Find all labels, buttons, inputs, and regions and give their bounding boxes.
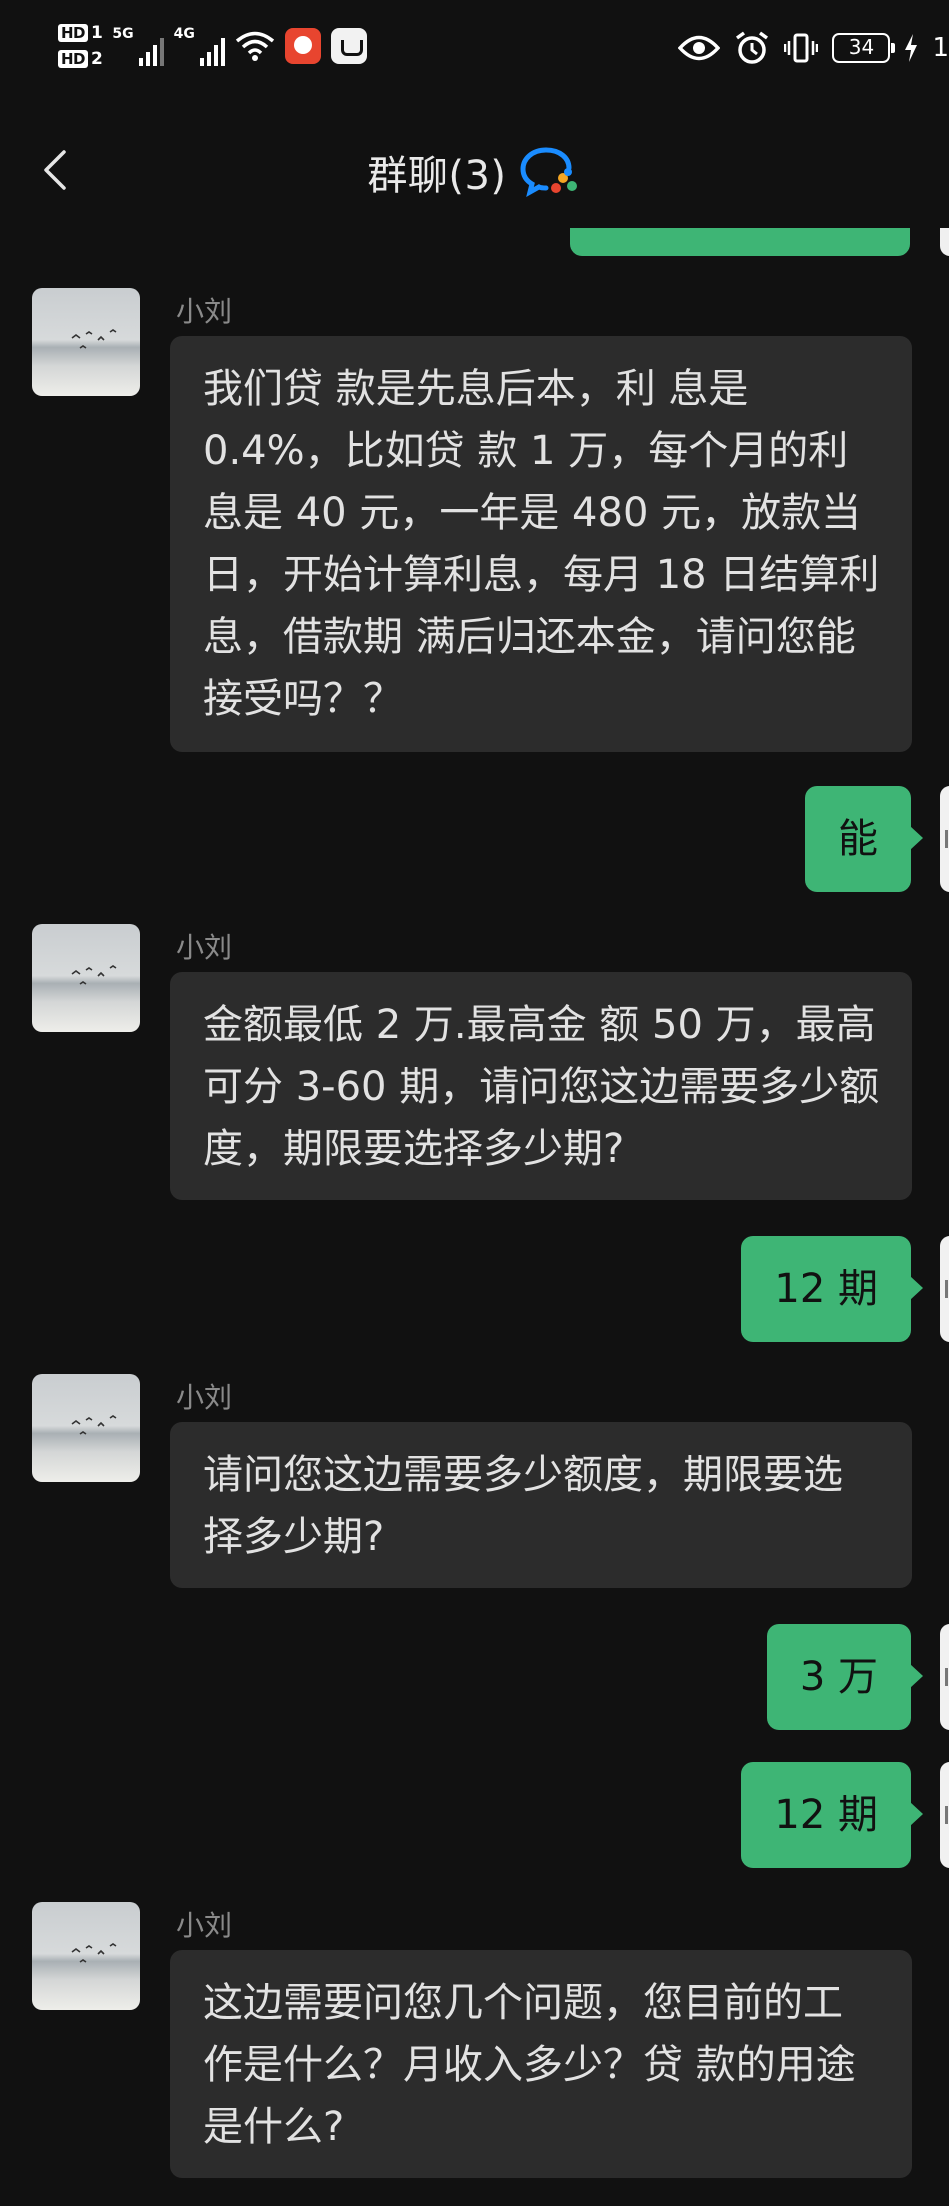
status-right: 34 1	[678, 30, 949, 66]
sim2-indicator: HD 2	[58, 48, 103, 70]
message-bubble[interactable]: 能	[805, 786, 923, 892]
sim-indicators: HD 1 HD 2	[58, 22, 103, 70]
eye-icon	[678, 35, 721, 61]
sim1-indicator: HD 1	[58, 22, 103, 44]
alarm-icon	[736, 31, 769, 64]
page-title: 群聊(3)	[367, 153, 507, 199]
status-bar: HD 1 HD 2 5G 4G 34 1	[0, 0, 949, 108]
message-bubble[interactable]: 金额最低 2 万.最高金 额 50 万，最高可分 3-60 期，请问您这边需要多…	[170, 972, 912, 1200]
app-notification-icon	[284, 28, 321, 64]
message-bubble[interactable]: 12 期	[741, 1236, 923, 1342]
message-bubble[interactable]: 这边需要问您几个问题，您目前的工作是什么？月收入多少？贷 款的用途是什么?	[170, 1950, 912, 2178]
my-avatar[interactable]	[940, 1236, 949, 1342]
message-bubble[interactable]: 3 万	[766, 1624, 924, 1730]
wifi-icon	[235, 31, 274, 61]
sender-name: 小刘	[176, 1381, 233, 1414]
signal-5g-icon: 5G	[112, 26, 164, 66]
avatar[interactable]	[32, 288, 140, 396]
partial-avatar	[940, 228, 949, 256]
sender-name: 小刘	[176, 1909, 233, 1942]
wecom-chat-icon	[520, 147, 577, 197]
my-avatar[interactable]	[940, 1762, 949, 1868]
charging-icon	[905, 34, 918, 62]
my-avatar[interactable]	[940, 786, 949, 892]
battery-indicator: 34	[832, 33, 896, 63]
nav-bar: 群聊(3)	[0, 108, 949, 228]
shopping-bag-icon	[330, 28, 367, 64]
avatar[interactable]	[32, 1374, 140, 1482]
sender-name: 小刘	[176, 931, 233, 964]
message-bubble[interactable]: 我们贷 款是先息后本，利 息是0.4%，比如贷 款 1 万，每个月的利息是 40…	[170, 336, 912, 752]
my-avatar[interactable]	[940, 1624, 949, 1730]
signal-4g-icon: 4G	[174, 26, 225, 66]
status-left: HD 1 HD 2 5G 4G	[58, 22, 367, 70]
vibrate-icon	[784, 33, 819, 63]
nav-title-group: 群聊(3)	[0, 143, 949, 201]
sender-name: 小刘	[176, 295, 233, 328]
partial-outgoing-bubble	[570, 228, 910, 256]
message-bubble[interactable]: 请问您这边需要多少额度，期限要选择多少期?	[170, 1422, 912, 1588]
avatar[interactable]	[32, 924, 140, 1032]
clock: 1	[932, 33, 949, 63]
chat-screen: HD 1 HD 2 5G 4G 34 1 群聊(3) 小刘 我们贷 款是先息后本…	[0, 0, 949, 2206]
message-list[interactable]: 小刘 我们贷 款是先息后本，利 息是0.4%，比如贷 款 1 万，每个月的利息是…	[0, 228, 949, 2206]
avatar[interactable]	[32, 1902, 140, 2010]
message-bubble[interactable]: 12 期	[741, 1762, 923, 1868]
